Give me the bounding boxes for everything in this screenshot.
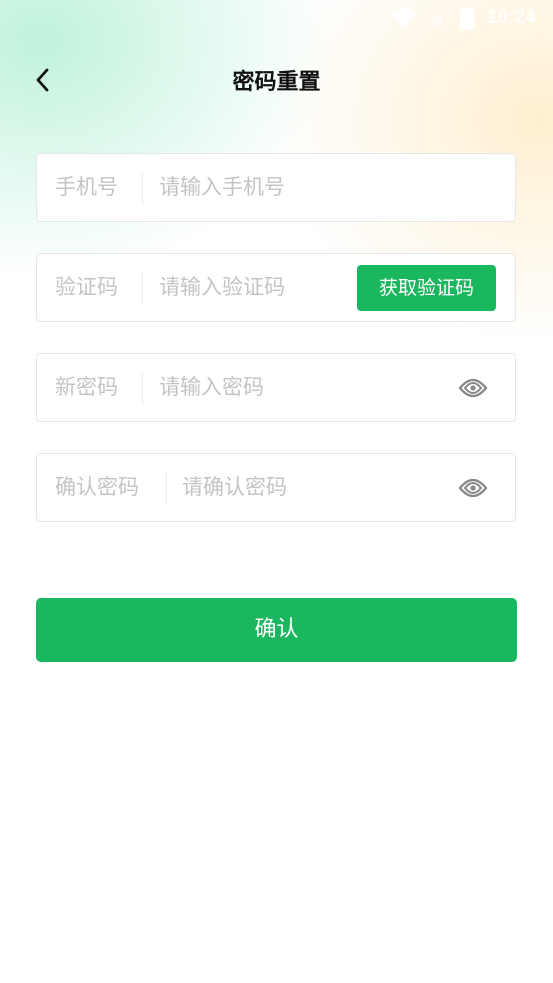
divider bbox=[142, 272, 143, 305]
new-password-input[interactable] bbox=[159, 354, 449, 421]
code-label: 验证码 bbox=[55, 275, 118, 299]
new-password-field: 新密码 bbox=[36, 353, 516, 422]
eye-icon[interactable] bbox=[458, 474, 488, 502]
divider bbox=[142, 372, 143, 405]
code-field: 验证码 获取验证码 bbox=[36, 253, 516, 322]
signal-icon bbox=[428, 12, 442, 26]
divider bbox=[166, 472, 167, 505]
get-code-button[interactable]: 获取验证码 bbox=[357, 265, 496, 311]
battery-icon bbox=[460, 8, 474, 30]
wifi-icon bbox=[391, 8, 415, 28]
phone-field: 手机号 bbox=[36, 153, 516, 222]
confirm-password-input[interactable] bbox=[182, 454, 452, 521]
phone-label: 手机号 bbox=[55, 175, 118, 199]
confirm-button[interactable]: 确认 bbox=[36, 598, 517, 662]
new-password-label: 新密码 bbox=[55, 375, 118, 399]
page-title: 密码重置 bbox=[232, 70, 321, 95]
divider bbox=[142, 172, 143, 205]
eye-icon[interactable] bbox=[458, 374, 488, 402]
phone-input[interactable] bbox=[159, 154, 499, 221]
confirm-password-field: 确认密码 bbox=[36, 453, 516, 522]
status-time: 10:24 bbox=[487, 7, 536, 28]
code-input[interactable] bbox=[159, 254, 349, 321]
confirm-password-label: 确认密码 bbox=[55, 475, 139, 499]
